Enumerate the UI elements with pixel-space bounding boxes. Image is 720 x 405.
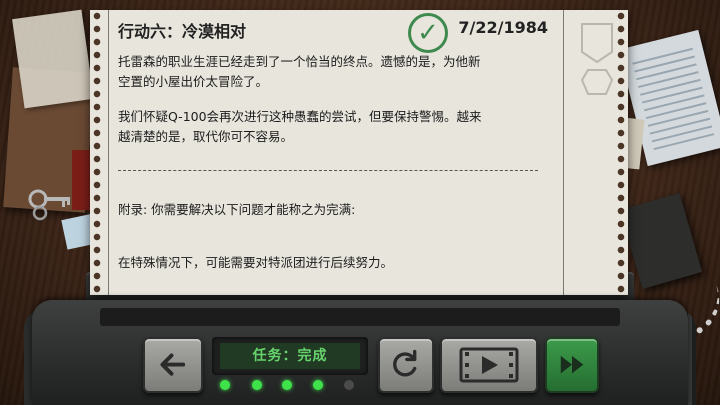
progress-led xyxy=(220,380,230,390)
replay-button[interactable] xyxy=(378,337,434,393)
briefing-line: 托雷森的职业生涯已经走到了一个恰当的终点。遗憾的是，为他新 xyxy=(118,54,481,69)
briefing-line: 我们怀疑Q-100会再次进行这种愚蠢的尝试，但要保持警惕。越来 xyxy=(118,109,482,124)
briefing-line: 越清楚的是，取代你可不容易。 xyxy=(118,129,294,144)
film-play-icon xyxy=(459,347,519,383)
fast-forward-icon xyxy=(560,356,584,374)
desk-paper-left xyxy=(12,9,94,109)
mission-report-paper: 行动六：冷漠相对 ✓ 7/22/1984 托雷森的职业生涯已经走到了一个恰当的终… xyxy=(90,10,628,295)
mission-date: 7/22/1984 xyxy=(458,18,548,37)
fast-forward-button[interactable] xyxy=(545,337,599,393)
play-replay-button[interactable] xyxy=(440,337,538,393)
replay-icon xyxy=(393,350,417,377)
mission-title: 行动六：冷漠相对 xyxy=(118,22,247,41)
progress-led xyxy=(252,380,262,390)
keys-icon xyxy=(28,189,70,221)
progress-led xyxy=(282,380,292,390)
briefing-line: 空置的小屋出价太冒险了。 xyxy=(118,74,269,89)
appendix-text: 附录: 你需要解决以下问题才能称之为完满: xyxy=(118,202,356,217)
briefing-paragraph-2: 我们怀疑Q-100会再次进行这种愚蠢的尝试，但要保持警惕。越来 越清楚的是，取代… xyxy=(118,107,556,147)
badge-outline-icon xyxy=(580,23,614,95)
back-button[interactable] xyxy=(143,337,203,393)
progress-led xyxy=(344,380,354,390)
arrow-left-icon xyxy=(160,353,186,377)
paper-margin-left xyxy=(108,10,109,295)
section-divider xyxy=(118,170,538,171)
paper-slot xyxy=(100,308,620,326)
paper-margin-right xyxy=(563,10,564,295)
followup-note: 在特殊情况下，可能需要对特派团进行后续努力。 xyxy=(118,255,394,270)
check-mark-icon: ✓ xyxy=(408,13,448,53)
paper-perforation-left xyxy=(92,10,102,295)
briefing-paragraph-1: 托雷森的职业生涯已经走到了一个恰当的终点。遗憾的是，为他新 空置的小屋出价太冒险… xyxy=(118,52,556,92)
mission-status-display: 任务：完成 xyxy=(220,343,360,369)
progress-led xyxy=(313,380,323,390)
paper-perforation-right xyxy=(616,10,626,295)
